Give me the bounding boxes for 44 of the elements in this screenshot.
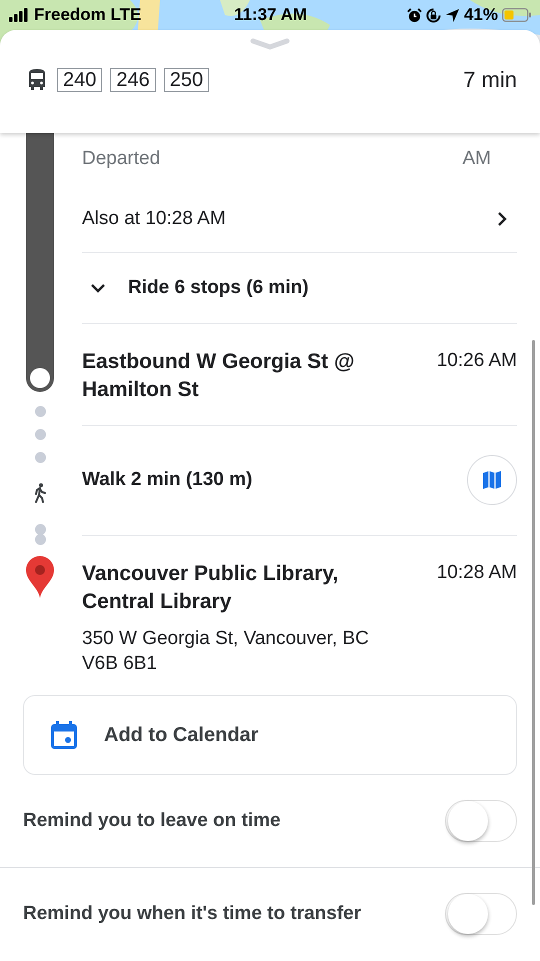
ride-stops-toggle[interactable]: Ride 6 stops (6 min) <box>82 252 517 323</box>
destination-address: 350 W Georgia St, Vancouver, BC V6B 6B1 <box>82 627 370 676</box>
stop-dot <box>34 452 46 463</box>
location-arrow-icon <box>444 8 460 22</box>
walk-label: Walk 2 min (130 m) <box>82 468 252 490</box>
alarm-icon <box>406 8 422 22</box>
stop-time: 10:26 AM <box>436 349 517 373</box>
battery-percent: 41% <box>464 5 498 25</box>
stop-dot <box>34 524 46 535</box>
bus-icon <box>27 69 47 91</box>
walking-person-icon <box>32 483 48 503</box>
battery-icon <box>502 8 532 22</box>
sheet-handle-icon <box>250 38 290 50</box>
toggle-switch[interactable] <box>445 893 517 935</box>
route-badge: 246 <box>110 68 156 92</box>
location-pin-icon <box>25 555 55 599</box>
destination-name: Vancouver Public Library, Central Library <box>82 561 340 615</box>
carrier-label: Freedom LTE <box>34 5 142 25</box>
reminder-label: Remind you to leave on time <box>23 810 281 832</box>
stop-dot <box>34 429 46 440</box>
reminder-label: Remind you when it's time to transfer <box>23 903 362 925</box>
ride-label: Ride 6 stops (6 min) <box>128 277 309 299</box>
clock-time: 11:37 AM <box>234 5 308 25</box>
route-badge: 240 <box>57 68 102 92</box>
departure-status: Departed <box>82 148 160 170</box>
map-icon <box>482 470 502 490</box>
add-to-calendar-button[interactable]: Add to Calendar <box>23 695 517 775</box>
route-badge: 250 <box>164 68 210 92</box>
arrival-time: 10:28 AM <box>436 561 517 585</box>
also-at-row[interactable]: Also at 10:28 AM <box>82 185 517 252</box>
rotation-lock-icon <box>426 8 441 22</box>
also-at-label: Also at 10:28 AM <box>82 208 226 230</box>
caret-icon <box>90 283 106 293</box>
toggle-switch[interactable] <box>445 800 517 842</box>
stop-dot <box>34 534 46 545</box>
departure-time: AM <box>462 148 491 170</box>
stop-dot <box>34 406 46 417</box>
map-button[interactable] <box>467 454 517 504</box>
stop-circle <box>30 368 50 388</box>
chevron-right-icon <box>497 210 507 226</box>
trip-duration: 7 min <box>463 67 517 93</box>
stop-name: Eastbound W Georgia St @ Hamilton St <box>82 349 356 403</box>
signal-icon <box>9 8 29 22</box>
calendar-icon <box>51 721 77 749</box>
